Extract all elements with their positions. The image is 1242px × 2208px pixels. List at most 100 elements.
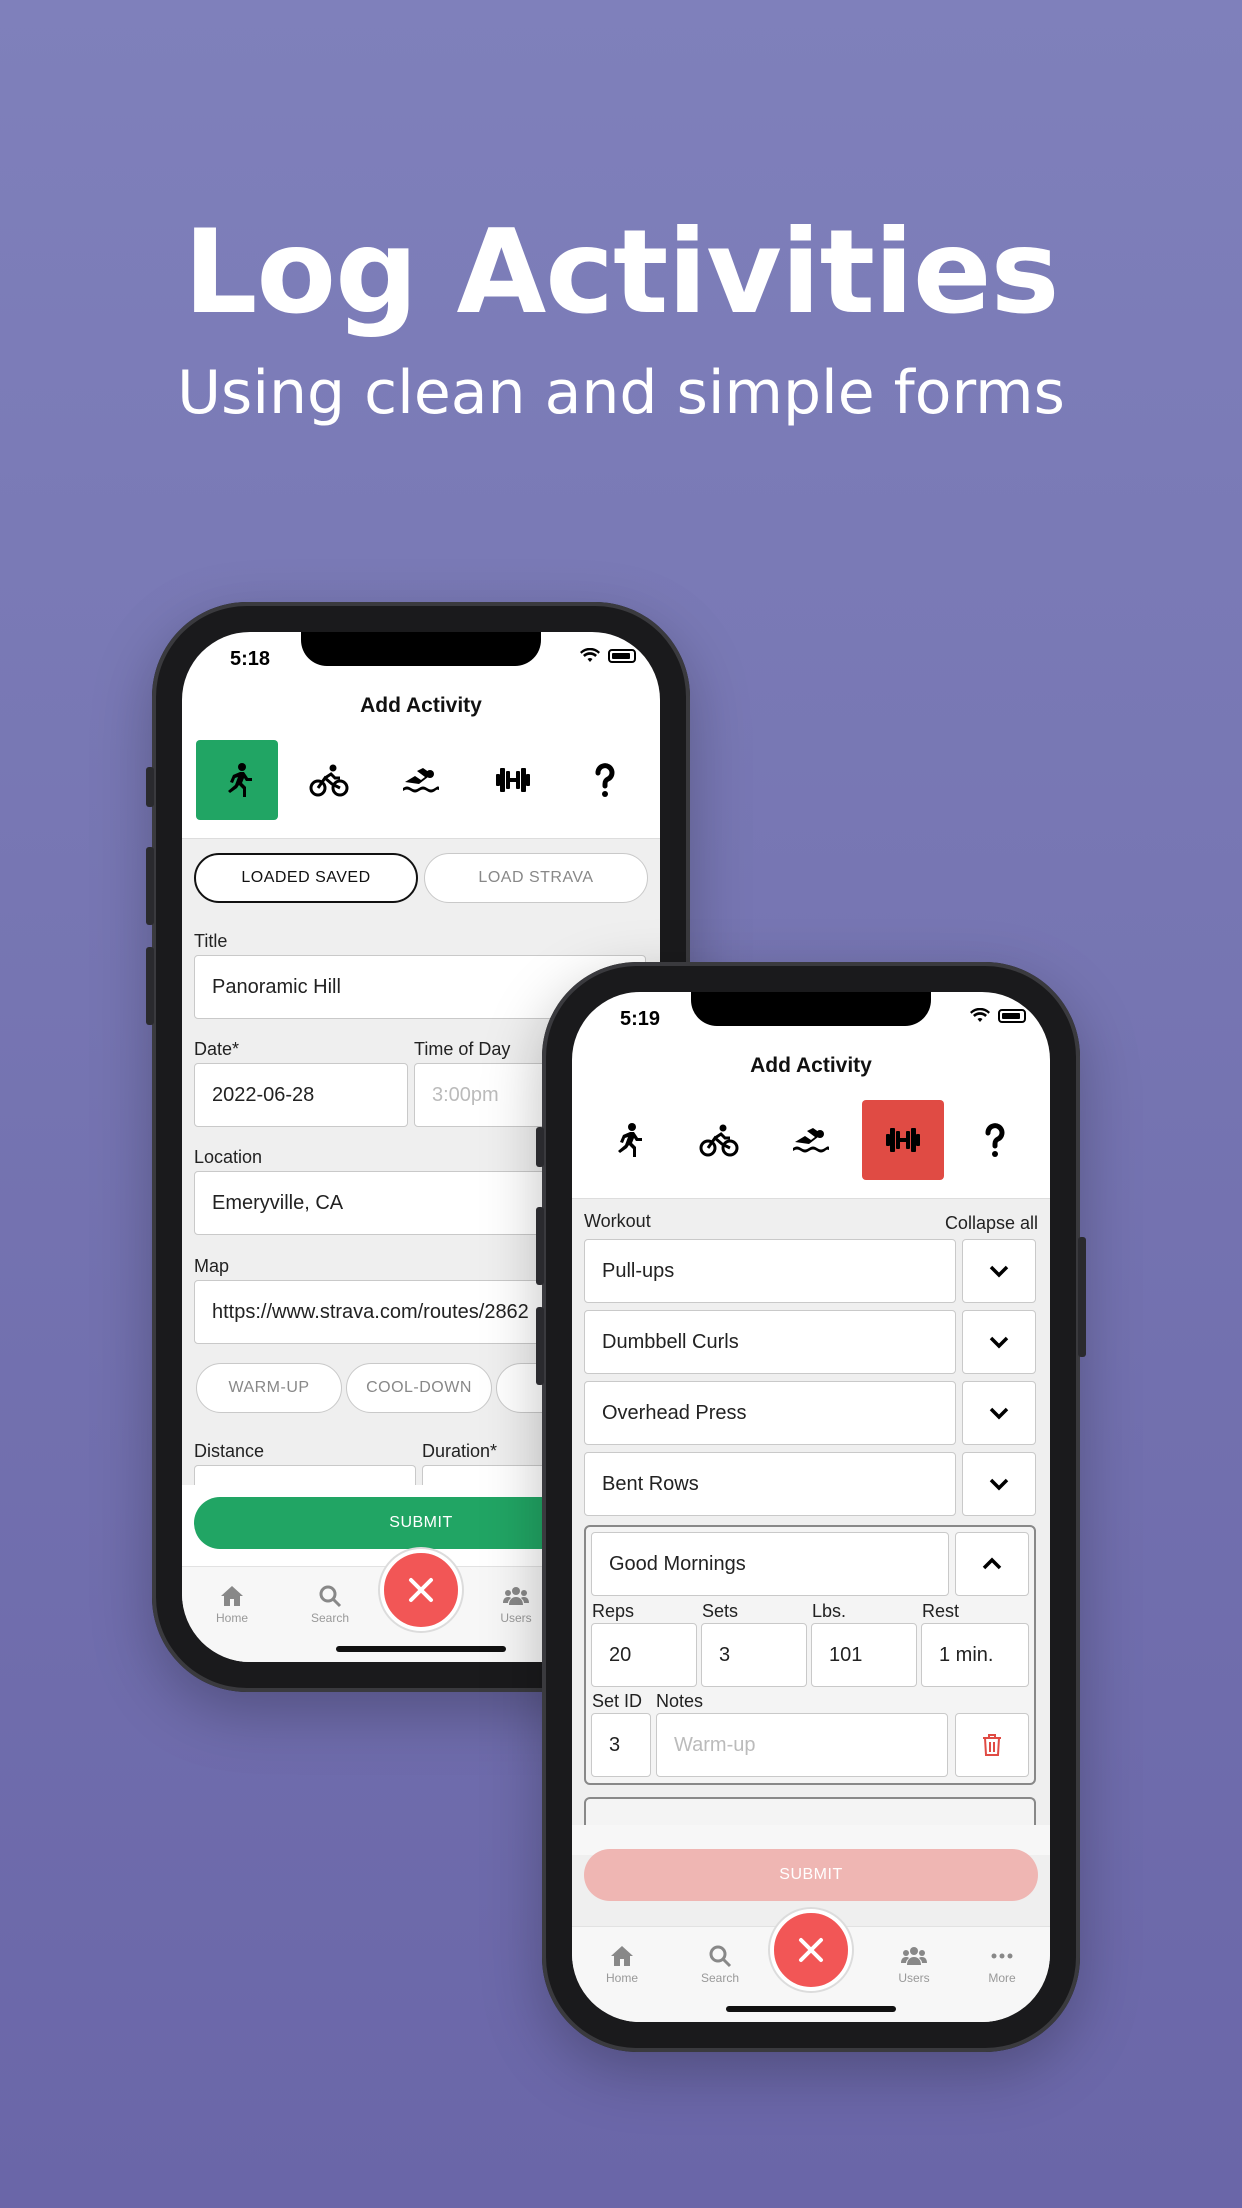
swim-type-button[interactable] [770,1100,852,1180]
time-of-day-label: Time of Day [414,1039,511,1059]
swimming-icon [403,768,439,793]
question-icon [595,763,615,797]
battery-icon [608,649,636,663]
title-label: Title [194,931,228,951]
status-time: 5:19 [620,1008,661,1030]
page-title: Add Activity [750,1054,872,1077]
tab-home[interactable]: Home [202,1581,262,1625]
tab-users[interactable]: Users [884,1941,944,1985]
status-time: 5:18 [230,648,271,670]
exercise-row[interactable]: Overhead Press [584,1381,956,1445]
battery-icon [998,1009,1026,1023]
exercise-name-field[interactable]: Good Mornings [591,1532,949,1596]
tab-search[interactable]: Search [300,1581,360,1625]
weights-type-button[interactable] [472,740,554,820]
exercise-row[interactable]: Pull-ups [584,1239,956,1303]
close-icon [409,1578,433,1602]
dumbbell-icon [496,768,530,792]
set-id-label: Set ID [592,1691,643,1711]
delete-set-button[interactable] [955,1713,1029,1777]
notes-label: Notes [656,1691,704,1711]
phone-front: 5:19 Add Activity Workout Collapse all P… [536,962,1086,2052]
lbs-label: Lbs. [812,1601,847,1621]
expand-button[interactable] [962,1239,1036,1303]
exercise-row[interactable]: Bent Rows [584,1452,956,1516]
running-icon [228,763,252,797]
tab-users[interactable]: Users [486,1581,546,1625]
bike-icon [699,1124,739,1157]
question-icon [985,1123,1005,1157]
users-icon [901,1947,927,1965]
map-label: Map [194,1256,230,1276]
activity-type-selector [196,740,646,822]
home-icon [221,1586,243,1606]
workout-form: Workout Collapse all Pull-ups Dumbbell C… [572,1198,1050,1926]
swimming-icon [793,1128,829,1153]
tab-home[interactable]: Home [592,1941,652,1985]
dumbbell-icon [886,1128,920,1152]
tab-more[interactable]: More [972,1941,1032,1985]
weights-type-button[interactable] [862,1100,944,1180]
set-id-field[interactable]: 3 [591,1713,651,1777]
load-strava-button[interactable]: LOAD STRAVA [424,853,648,903]
search-icon [709,1945,732,1968]
other-type-button[interactable] [954,1100,1036,1180]
chevron-down-icon [989,1478,1009,1491]
close-icon [799,1938,823,1962]
activity-type-selector [586,1100,1036,1182]
home-indicator [336,1646,506,1652]
reps-label: Reps [592,1601,635,1621]
tab-search[interactable]: Search [690,1941,750,1985]
subheadline: Using clean and simple forms [177,358,1065,428]
date-label: Date* [194,1039,240,1059]
notes-field[interactable]: Warm-up [656,1713,948,1777]
bike-type-button[interactable] [678,1100,760,1180]
collapse-all-link[interactable]: Collapse all [945,1213,1038,1234]
distance-field[interactable] [194,1465,416,1485]
duration-label: Duration* [422,1441,498,1461]
reps-field[interactable]: 20 [591,1623,697,1687]
expand-button[interactable] [962,1310,1036,1374]
chevron-down-icon [989,1336,1009,1349]
sets-label: Sets [702,1601,739,1621]
headline: Log Activities [183,205,1059,340]
chevron-down-icon [989,1265,1009,1278]
workout-label: Workout [584,1211,651,1231]
run-type-button[interactable] [586,1100,668,1180]
trash-icon [983,1734,1001,1756]
other-type-button[interactable] [564,740,646,820]
bike-type-button[interactable] [288,740,370,820]
date-field[interactable]: 2022-06-28 [194,1063,408,1127]
swim-type-button[interactable] [380,740,462,820]
users-icon [503,1587,529,1605]
search-icon [319,1585,342,1608]
rest-label: Rest [922,1601,960,1621]
chevron-down-icon [989,1407,1009,1420]
page-title: Add Activity [360,694,482,717]
tag-cool-down[interactable]: COOL-DOWN [346,1363,492,1413]
wifi-icon [970,1008,990,1022]
rest-field[interactable]: 1 min. [921,1623,1029,1687]
running-icon [618,1123,642,1157]
phone-front-screen: 5:19 Add Activity Workout Collapse all P… [572,992,1050,2022]
distance-label: Distance [194,1441,265,1461]
sets-field[interactable]: 3 [701,1623,807,1687]
collapse-button[interactable] [955,1532,1029,1596]
home-indicator [726,2006,896,2012]
tag-warm-up[interactable]: WARM-UP [196,1363,342,1413]
expanded-exercise: Good Mornings Reps Sets Lbs. Rest 20 3 1… [584,1525,1036,1785]
bike-icon [309,764,349,797]
submit-button[interactable]: SUBMIT [584,1849,1038,1901]
expand-button[interactable] [962,1452,1036,1516]
close-fab-button[interactable] [380,1549,462,1631]
exercise-row[interactable]: Dumbbell Curls [584,1310,956,1374]
loaded-saved-button[interactable]: LOADED SAVED [194,853,418,903]
expand-button[interactable] [962,1381,1036,1445]
more-icon [991,1953,1013,1959]
location-label: Location [194,1147,263,1167]
close-fab-button[interactable] [770,1909,852,1991]
run-type-button[interactable] [196,740,278,820]
home-icon [611,1946,633,1966]
chevron-up-icon [982,1557,1002,1570]
lbs-field[interactable]: 101 [811,1623,917,1687]
